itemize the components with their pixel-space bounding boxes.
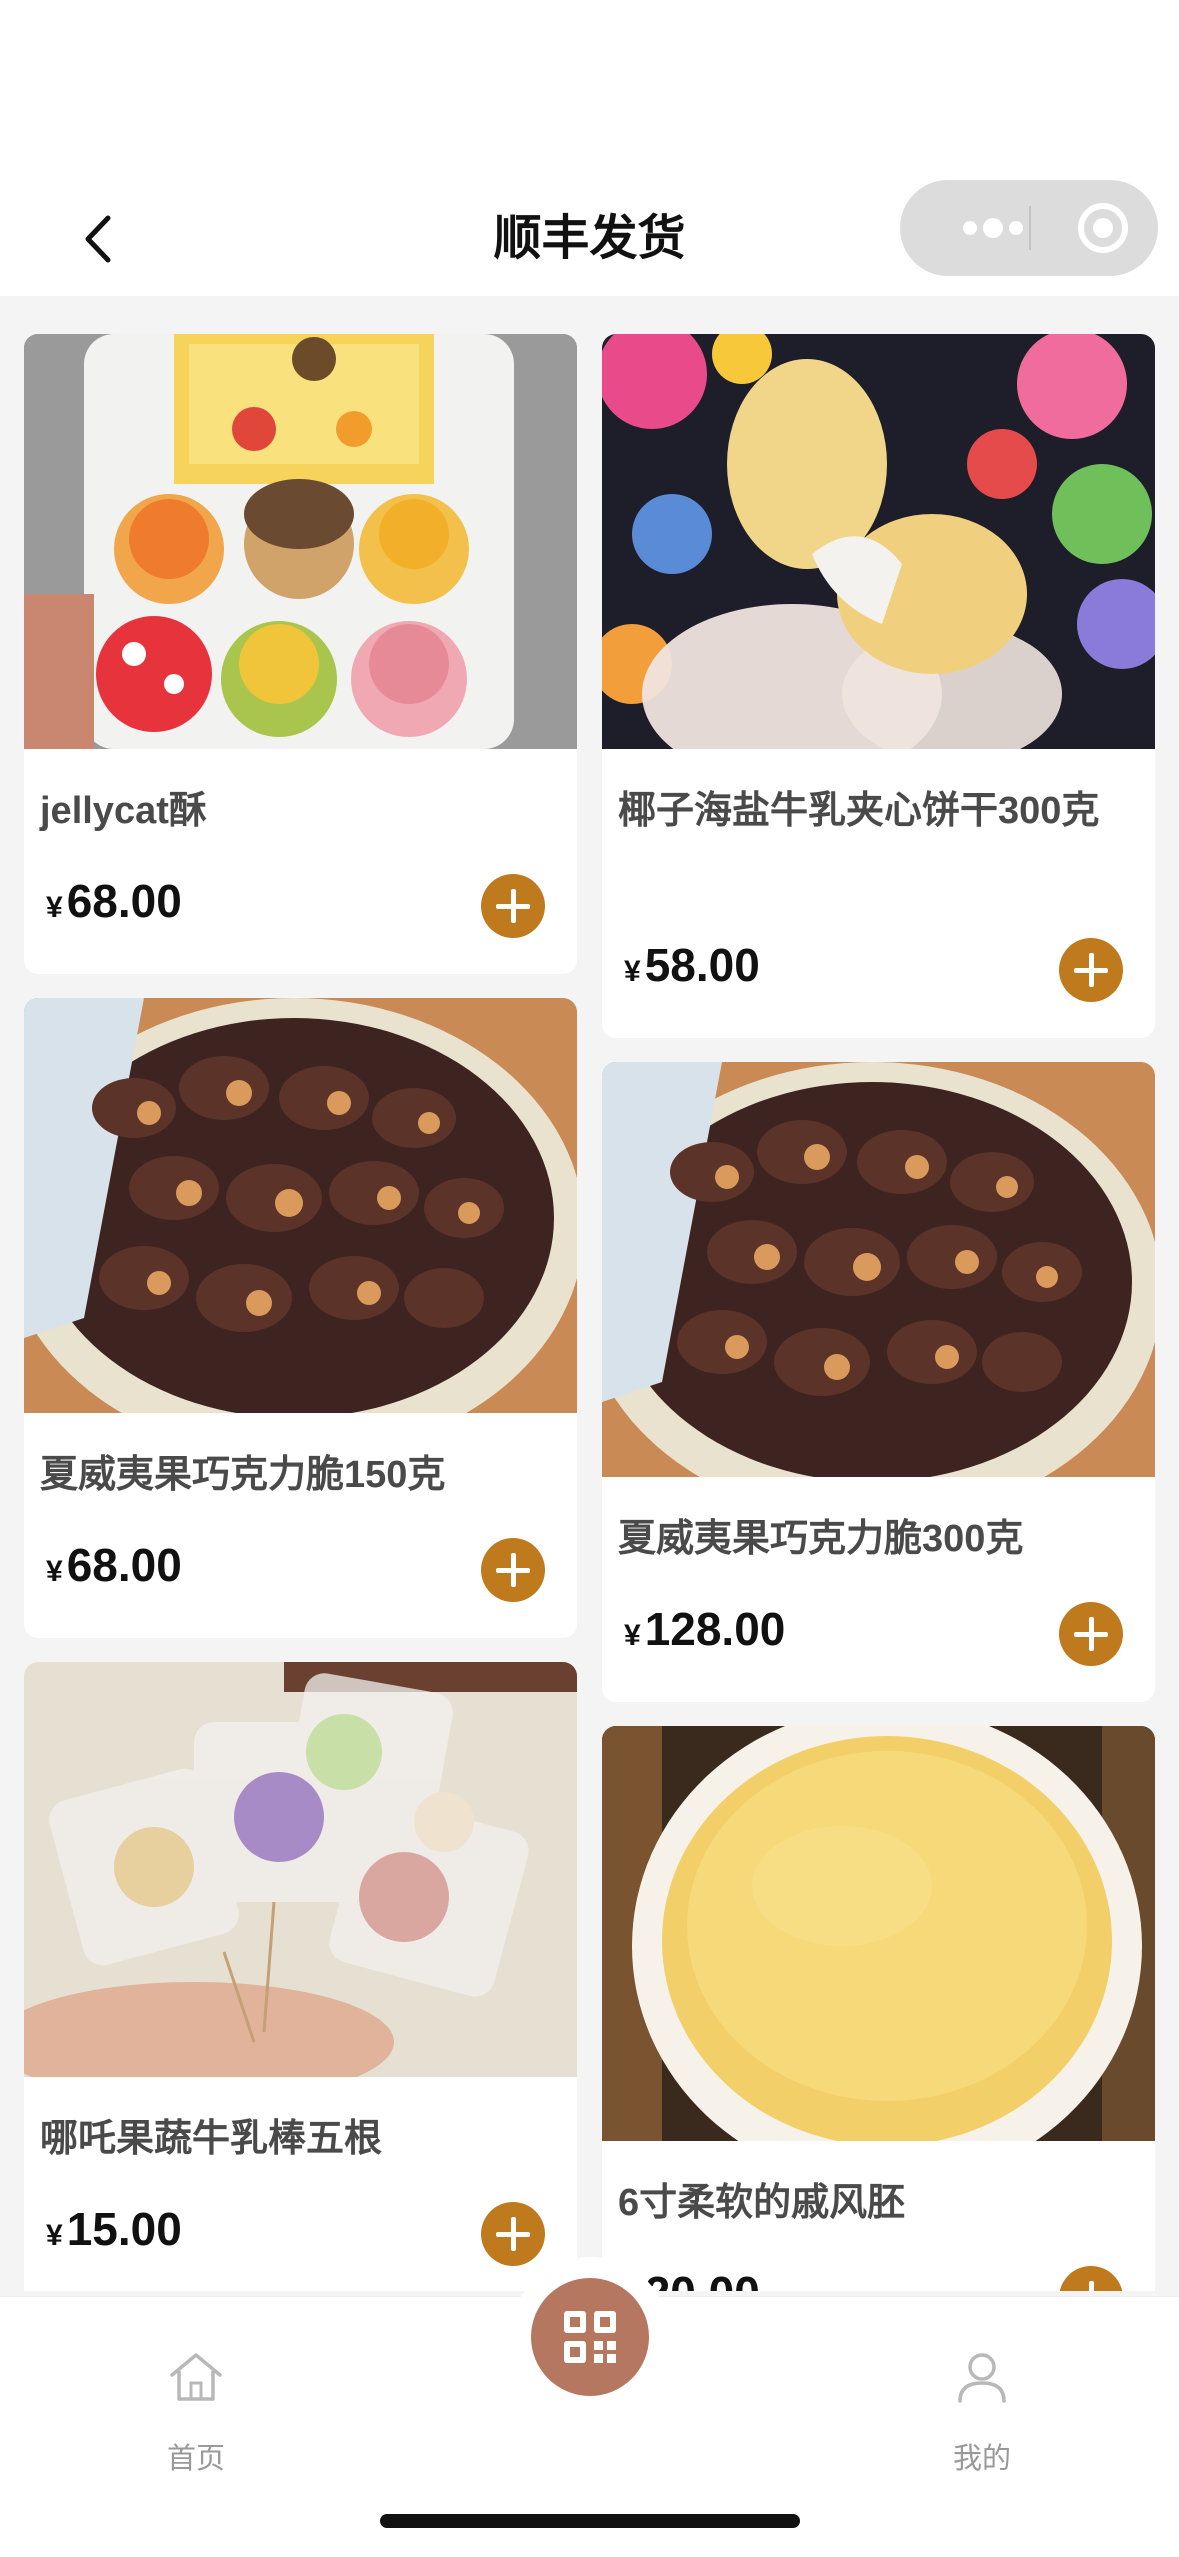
product-image (24, 1662, 577, 2077)
price-value: 68.00 (66, 1539, 182, 1591)
add-to-cart-button[interactable] (481, 1538, 545, 1602)
scan-button-wrap (510, 2257, 670, 2417)
navigation-bar: 顺丰发货 (0, 180, 1179, 296)
product-name: jellycat酥 (40, 790, 207, 832)
product-name: 夏威夷果巧克力脆150克 (40, 1454, 446, 1496)
tab-me-label: 我的 (952, 2443, 1011, 2475)
currency-symbol: ¥ (624, 955, 641, 988)
product-image (602, 1062, 1155, 1477)
price-value: 68.00 (66, 875, 182, 927)
product-card[interactable]: 椰子海盐牛乳夹心饼干300克 ¥58.00 (602, 334, 1155, 1038)
currency-symbol: ¥ (624, 1619, 641, 1652)
product-name: 椰子海盐牛乳夹心饼干300克 (618, 790, 1100, 832)
add-to-cart-button[interactable] (481, 2202, 545, 2266)
currency-symbol: ¥ (46, 891, 63, 924)
mini-program-capsule (900, 180, 1158, 276)
target-close-icon (1078, 203, 1128, 253)
price-value: 128.00 (644, 1603, 786, 1655)
more-dots-icon (963, 218, 1023, 238)
price-value: 20.00 (645, 2267, 760, 2291)
product-card[interactable]: 哪吒果蔬牛乳棒五根 ¥15.00 (24, 1662, 577, 2291)
product-price: ¥68.00 (46, 1538, 182, 1592)
product-name: 夏威夷果巧克力脆300克 (618, 1518, 1024, 1560)
add-to-cart-button[interactable] (1059, 1602, 1123, 1666)
product-price: ¥15.00 (46, 2202, 182, 2256)
product-image (24, 998, 577, 1413)
product-name: 哪吒果蔬牛乳棒五根 (40, 2118, 383, 2160)
price-value: 15.00 (66, 2203, 182, 2255)
more-button[interactable] (938, 180, 1048, 276)
product-image (602, 1726, 1155, 2141)
product-price: ¥58.00 (624, 938, 760, 992)
qr-code-icon (564, 2311, 616, 2363)
product-card[interactable]: 6寸柔软的戚风胚 ¥20.00 (602, 1726, 1155, 2291)
product-name: 6寸柔软的戚风胚 (618, 2182, 906, 2224)
scan-qr-button[interactable] (531, 2278, 649, 2396)
product-card[interactable]: 夏威夷果巧克力脆300克 ¥128.00 (602, 1062, 1155, 1702)
status-bar (0, 0, 1179, 180)
price-value: 58.00 (644, 939, 760, 991)
add-to-cart-button[interactable] (1059, 2266, 1123, 2291)
user-icon (958, 2353, 1006, 2403)
product-price: ¥128.00 (624, 1602, 785, 1656)
currency-symbol: ¥ (46, 2219, 63, 2252)
product-card[interactable]: 夏威夷果巧克力脆150克 ¥68.00 (24, 998, 577, 1638)
home-icon (170, 2353, 222, 2401)
add-to-cart-button[interactable] (481, 874, 545, 938)
tab-me[interactable]: 我的 (902, 2327, 1062, 2475)
tab-home-label: 首页 (166, 2443, 225, 2475)
close-mini-program-button[interactable] (1060, 180, 1158, 276)
tab-home[interactable]: 首页 (116, 2327, 276, 2475)
add-to-cart-button[interactable] (1059, 938, 1123, 1002)
capsule-divider (1029, 206, 1031, 250)
product-image (24, 334, 577, 749)
product-grid: jellycat酥 ¥68.00 椰子海盐牛乳夹心饼干300克 ¥58.00 夏… (0, 296, 1179, 2291)
product-price: ¥68.00 (46, 874, 182, 928)
product-image (602, 334, 1155, 749)
currency-symbol: ¥ (46, 1555, 63, 1588)
home-indicator (380, 2514, 800, 2528)
product-card[interactable]: jellycat酥 ¥68.00 (24, 334, 577, 974)
